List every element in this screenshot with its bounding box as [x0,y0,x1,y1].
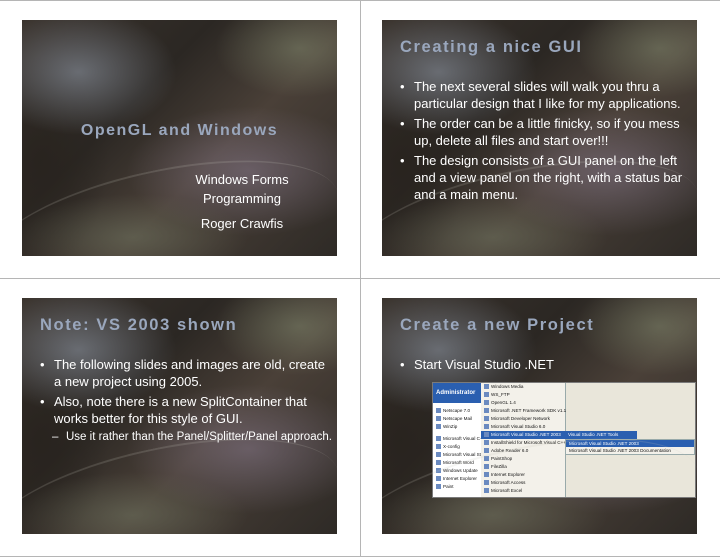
menu-item: Microsoft Access [484,479,562,487]
page-column-divider [360,0,361,557]
program-icon [436,468,441,474]
vs-submenu-item-highlighted: Microsoft Visual Studio .NET 2003 [566,440,694,447]
bullet-list: • The following slides and images are old… [40,356,332,448]
program-icon [484,488,489,494]
programs-menu: Windows Media WS_FTP OpenGL 1.4 Microsof… [481,383,570,497]
bullet-list: • Start Visual Studio .NET [400,356,692,376]
bullet-item: • Also, note there is a new SplitContaine… [40,394,307,426]
program-icon [436,408,441,414]
bullet-dot-icon: • [400,116,405,131]
folder-icon [484,392,489,398]
bullet-item: • The next several slides will walk you t… [400,79,681,111]
start-menu-left-pane: Administrator Netscape 7.0 Netscape Mail… [433,383,489,497]
slide-title-opengl: OpenGL and Windows Windows Forms Program… [22,20,337,256]
folder-icon [484,432,489,438]
program-icon [436,416,441,422]
menu-item: Internet Explorer [484,471,562,479]
program-icon [436,484,441,490]
slide-title: Note: VS 2003 shown [40,316,238,334]
start-item: WinZip [436,423,457,431]
menu-item-highlighted: Microsoft Visual Studio .NET 2003 [481,431,565,439]
menu-item: FileZilla [484,463,562,471]
start-item: Paint [436,483,453,491]
dash-icon: – [52,431,59,443]
start-menu-screenshot: Administrator Netscape 7.0 Netscape Mail… [432,382,696,498]
bullet-list: • The next several slides will walk you t… [400,78,692,206]
folder-icon [484,440,489,446]
folder-icon [484,408,489,414]
program-icon [484,456,489,462]
bullet-dot-icon: • [400,79,405,94]
slide-subtitle: Windows Forms Programming Roger Crawfis [142,170,337,233]
menu-item: Microsoft .NET Framework SDK v1.1 [484,407,566,415]
program-icon [436,444,441,450]
menu-item: Microsoft Developer Network [484,415,562,423]
bullet-dot-icon: • [400,357,405,372]
program-icon [436,476,441,482]
bullet-dot-icon: • [400,153,405,168]
menu-item: OpenGL 1.4 [484,399,562,407]
slide-creating-gui: Creating a nice GUI • The next several sl… [382,20,697,256]
menu-item: PaintShop [484,455,562,463]
bullet-item: • The following slides and images are old… [40,357,325,389]
slide-main-title: OpenGL and Windows [80,122,279,139]
vs-submenu: Microsoft Visual Studio .NET 2003 Micros… [565,439,695,455]
folder-icon [484,424,489,430]
program-icon [436,460,441,466]
slide-vs2003-note: Note: VS 2003 shown • The following slide… [22,298,337,534]
start-item: Windows Update [436,467,478,475]
start-item: Microsoft Visual Stud [436,451,486,459]
bullet-item: • The design consists of a GUI panel on t… [400,153,683,202]
vs-submenu-item: Microsoft Visual Studio .NET 2003 Docume… [569,448,671,453]
program-icon [484,472,489,478]
subtitle-line-1: Windows Forms [195,172,289,187]
program-icon [436,436,441,442]
menu-item: Adobe Reader 6.0 [484,447,562,455]
program-icon [484,448,489,454]
bullet-item: • Start Visual Studio .NET [400,357,554,372]
slide-new-project: Create a new Project • Start Visual Studi… [382,298,697,534]
start-item: Netscape 7.0 [436,407,470,415]
slide-title: Create a new Project [400,316,595,334]
menu-item: Microsoft Excel [484,487,562,495]
vs-tools-submenu: Visual Studio .NET Tools [565,431,637,439]
slide-title: Creating a nice GUI [400,38,583,56]
menu-item: Windows Media [484,383,562,391]
start-item: Netscape Mail [436,415,472,423]
menu-item: Microsoft Visual Studio 6.0 [484,423,562,431]
start-item: Microsoft Word [436,459,474,467]
bullet-dot-icon: • [40,357,45,372]
program-icon [484,480,489,486]
menu-item: WS_FTP [484,391,562,399]
folder-icon [484,400,489,406]
start-item: X-config [436,443,460,451]
sub-bullet-item: – Use it rather than the Panel/Splitter/P… [52,431,332,443]
menu-item: InstallShield for Microsoft Visual C++ 6 [484,439,570,447]
author-name: Roger Crawfis [200,216,284,231]
bullet-item: • The order can be a little finicky, so i… [400,116,680,148]
start-item: Internet Explorer [436,475,477,483]
folder-icon [484,416,489,422]
program-icon [436,452,441,458]
subtitle-line-2: Programming [202,191,282,206]
program-icon [436,424,441,430]
folder-icon [484,384,489,390]
start-menu-user-header: Administrator [433,383,481,403]
bullet-dot-icon: • [40,394,45,409]
program-icon [484,464,489,470]
